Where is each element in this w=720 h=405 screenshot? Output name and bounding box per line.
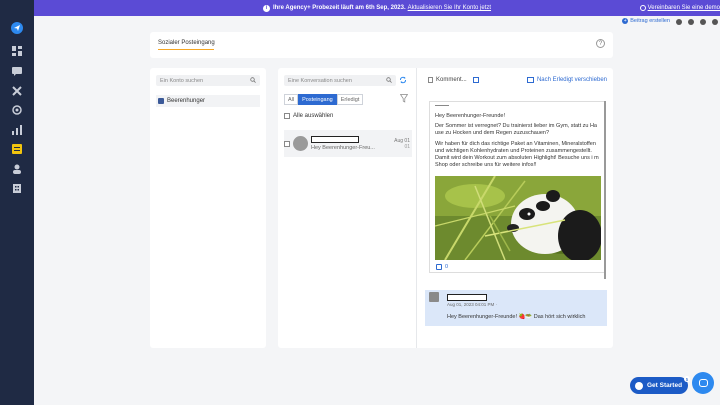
account-name: Beerenhunger [167,98,206,104]
post-image [435,176,601,260]
conversation-item[interactable]: Hey Beerenhunger-Freu... Aug 01 01 [284,130,412,157]
post-paragraph-1: Der Sommer ist verregnet? Du trainierst … [435,123,597,136]
notifications-icon[interactable] [688,19,694,25]
conversation-count: 01 [404,144,410,150]
analytics-icon[interactable] [11,124,23,136]
reply-text: Hey Beerenhunger-Freunde! 🍓🥗 Das hört si… [447,314,586,320]
send-icon[interactable] [11,22,23,34]
page-header-card: Sozialer Posteingang ? [150,32,613,58]
trial-banner: i Ihre Agency+ Probezeit läuft am 6th Se… [34,0,720,16]
check-icon [635,381,643,390]
conversation-snippet: Hey Beerenhunger-Freu... [311,145,375,151]
reply-message: Aug 01, 2023 04:01 PM · Hey Beerenhunger… [425,290,607,326]
post-greeting: Hey Beerenhunger-Freunde! [435,113,506,119]
calendar-icon [639,5,646,11]
conversation-tabs: All Posteingang Erledigt [284,94,364,105]
tab-inbox[interactable]: Posteingang [298,94,337,105]
active-tab-underline [158,49,214,50]
detail-title: Komment... [436,77,467,83]
create-post-label: Beitrag erstellen [630,18,670,24]
dashboard-icon[interactable] [11,45,23,57]
filter-icon[interactable] [400,94,408,103]
search-icon [250,77,256,83]
select-all-checkbox[interactable] [284,113,290,119]
scrollbar[interactable] [604,101,606,279]
accounts-panel: Ein Konto suchen Beerenhunger [150,68,266,348]
profile-icon[interactable] [712,19,718,25]
trial-text: Ihre Agency+ Probezeit läuft am 6th Sep,… [272,5,406,11]
external-link-icon[interactable] [472,77,479,83]
demo-link-container[interactable]: Vereinbaren Sie eine demo [639,0,720,16]
thumbs-up-icon [436,264,442,270]
team-icon[interactable] [11,163,23,175]
get-started-button[interactable]: Get Started [630,377,688,394]
tab-social-inbox[interactable]: Sozialer Posteingang [158,40,215,46]
chat-button[interactable] [692,372,714,394]
avatar [293,136,308,151]
get-started-label: Get Started [647,382,683,389]
tab-all[interactable]: All [284,94,299,105]
select-all[interactable]: Alle auswählen [284,113,333,119]
comment-icon [428,77,433,83]
inbox-panel: Eine Konversation suchen All Posteingang… [278,68,613,348]
plus-icon: + [622,18,629,24]
building-icon[interactable] [11,182,23,194]
refresh-icon[interactable] [399,76,407,84]
avatar [429,292,439,302]
conversation-search-placeholder: Eine Konversation suchen [288,77,352,84]
conversation-search-input[interactable]: Eine Konversation suchen [284,75,396,86]
tools-icon[interactable] [11,85,23,97]
post-card: Hey Beerenhunger-Freunde! Der Sommer ist… [429,101,606,273]
demo-link[interactable]: Vereinbaren Sie eine demo [648,5,720,11]
redacted-name [311,136,359,143]
like-count: 0 [445,264,449,270]
like-button[interactable]: 0 [436,264,448,270]
post-paragraph-2: Wir haben für dich das richtige Paket an… [435,141,599,168]
panel-divider [416,68,417,348]
conversation-checkbox[interactable] [284,141,290,147]
move-to-done-label: Nach Erledigt verschieben [536,77,607,83]
notification-badge: 5 [684,376,690,382]
post-top-line [435,105,449,106]
tab-done[interactable]: Erledigt [336,94,364,105]
search-icon [386,77,392,83]
inbox-icon[interactable] [11,65,23,77]
create-post-button[interactable]: + Beitrag erstellen [622,18,670,24]
info-icon: i [262,4,270,12]
help-center-icon[interactable] [700,19,706,25]
account-item[interactable]: Beerenhunger [156,95,260,107]
top-bar: + Beitrag erstellen [34,16,720,28]
reports-icon[interactable] [11,143,23,155]
help-icon[interactable]: ? [596,39,605,48]
settings-icon[interactable] [676,19,682,25]
detail-header: Komment... [428,77,479,83]
account-search-input[interactable]: Ein Konto suchen [156,75,260,86]
select-all-label: Alle auswählen [293,113,334,119]
upgrade-link[interactable]: Aktualisieren Sie Ihr Konto jetzt [408,5,491,11]
account-search-placeholder: Ein Konto suchen [160,77,204,84]
chat-icon [698,379,708,387]
target-icon[interactable] [11,104,23,116]
reply-timestamp: Aug 01, 2023 04:01 PM · [447,302,498,307]
move-icon [526,77,534,83]
left-sidebar [0,0,34,405]
move-to-done-button[interactable]: Nach Erledigt verschieben [526,77,607,83]
facebook-icon [158,98,164,104]
redacted-name [447,294,487,301]
